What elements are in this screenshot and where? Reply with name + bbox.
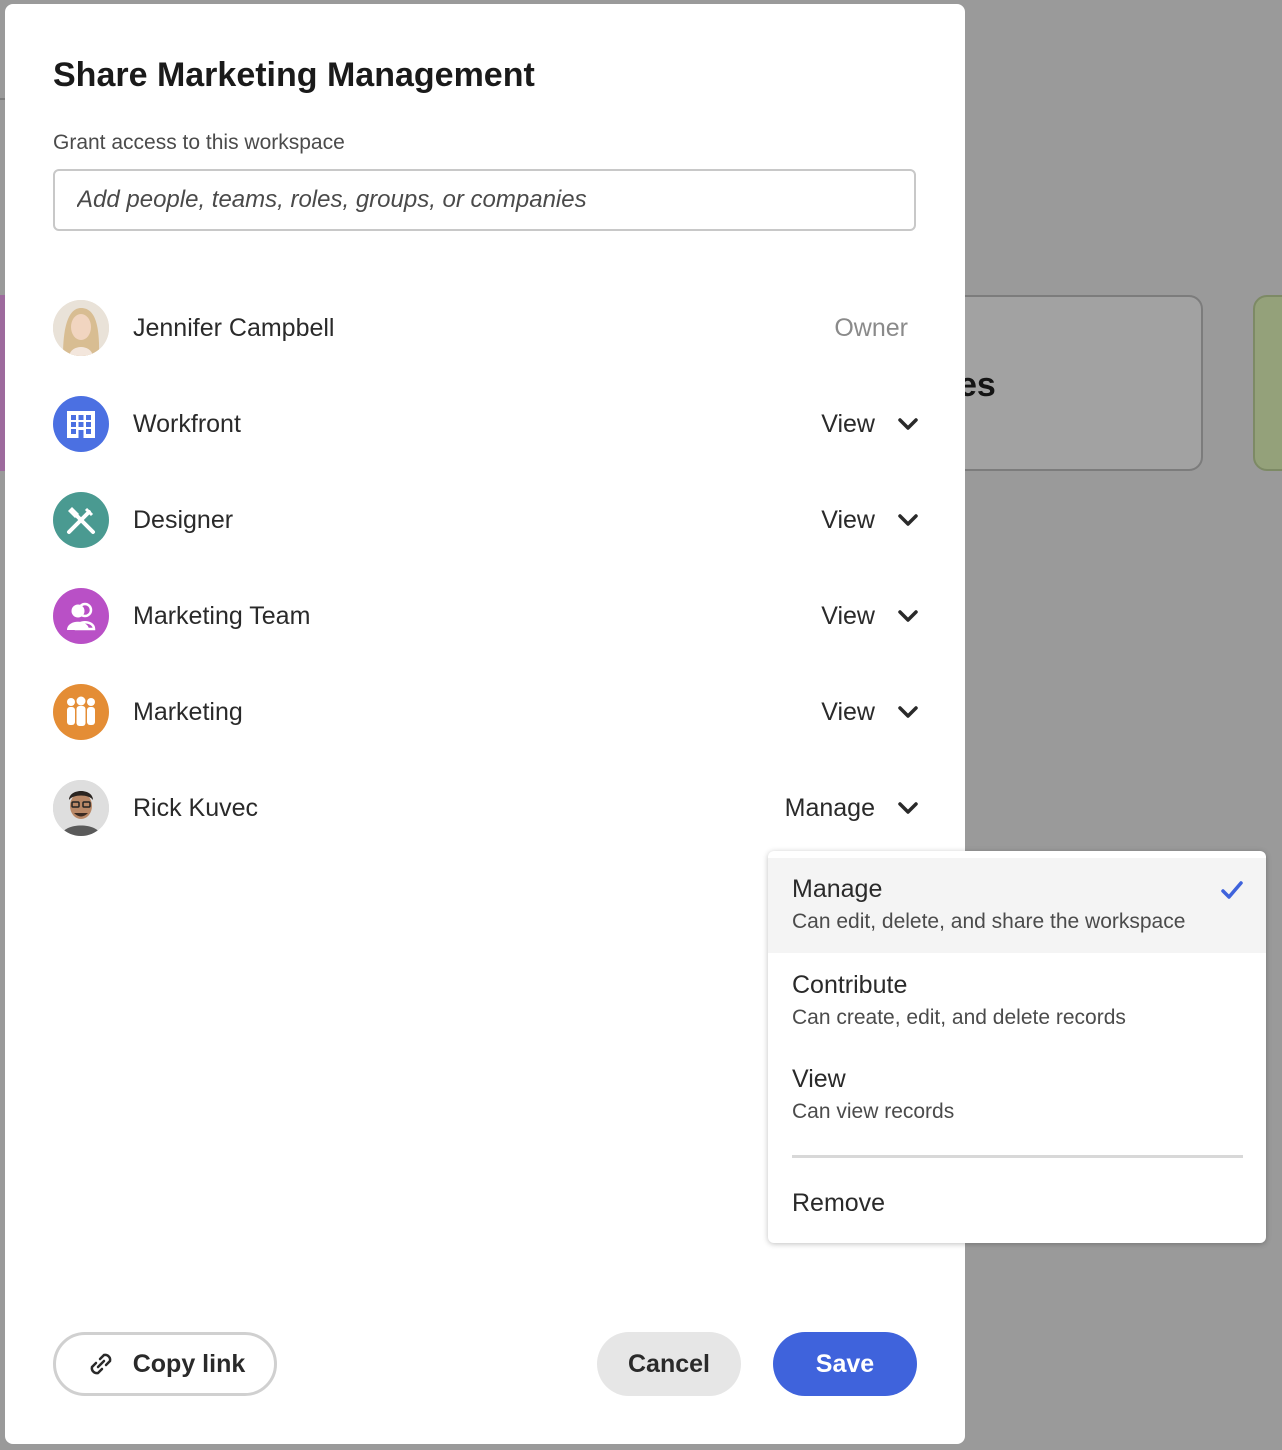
member-name: Marketing Team: [133, 601, 311, 630]
building-icon: [67, 411, 95, 438]
member-name: Workfront: [133, 409, 241, 438]
permission-menu: Manage Can edit, delete, and share the w…: [768, 851, 1266, 1243]
member-row: Designer View: [53, 491, 919, 549]
owner-label: Owner: [834, 313, 908, 342]
company-avatar: [53, 396, 109, 452]
member-name: Marketing: [133, 697, 243, 726]
option-description: Can create, edit, and delete records: [792, 1006, 1126, 1029]
option-description: Can edit, delete, and share the workspac…: [792, 910, 1186, 933]
option-title: Contribute: [792, 971, 908, 999]
link-icon: [85, 1348, 117, 1380]
member-row: Rick Kuvec Manage: [53, 779, 919, 837]
member-name: Rick Kuvec: [133, 793, 259, 822]
member-name: Designer: [133, 505, 234, 534]
checkmark-icon: [1220, 880, 1244, 907]
permission-value: Manage: [784, 793, 875, 822]
team-icon: [67, 602, 96, 631]
menu-option-contribute[interactable]: Contribute Can create, edit, and delete …: [768, 953, 1266, 1048]
member-row: Jennifer Campbell Owner: [53, 299, 919, 357]
chevron-down-icon: [897, 701, 919, 723]
copy-link-button[interactable]: Copy link: [53, 1332, 277, 1396]
dialog-title: Share Marketing Management: [53, 56, 535, 94]
avatar: [53, 300, 109, 356]
permission-dropdown[interactable]: View: [821, 698, 919, 727]
user-photo-icon: [53, 780, 109, 836]
cancel-button[interactable]: Cancel: [597, 1332, 741, 1396]
group-icon: [67, 696, 95, 726]
permission-dropdown[interactable]: Manage: [785, 794, 919, 823]
permission-value: View: [821, 601, 875, 630]
group-avatar: [53, 684, 109, 740]
permission-value: View: [821, 409, 875, 438]
menu-option-manage[interactable]: Manage Can edit, delete, and share the w…: [768, 858, 1266, 953]
member-row: Marketing View: [53, 683, 919, 741]
chevron-down-icon: [897, 605, 919, 627]
copy-link-label: Copy link: [132, 1349, 246, 1378]
option-title: View: [792, 1065, 846, 1093]
background-card-green: [1253, 295, 1282, 471]
user-photo-icon: [53, 300, 109, 356]
grant-access-label: Grant access to this workspace: [53, 131, 345, 154]
menu-option-view[interactable]: View Can view records: [768, 1048, 1266, 1143]
option-description: Can view records: [792, 1100, 955, 1123]
permission-dropdown[interactable]: View: [821, 410, 919, 439]
option-title: Manage: [792, 875, 883, 903]
chevron-down-icon: [897, 509, 919, 531]
chevron-down-icon: [897, 797, 919, 819]
member-name: Jennifer Campbell: [133, 313, 335, 342]
save-button[interactable]: Save: [773, 1332, 917, 1396]
member-row: Marketing Team View: [53, 587, 919, 645]
permission-value: View: [821, 505, 875, 534]
menu-option-remove[interactable]: Remove: [768, 1169, 1266, 1239]
menu-divider: [792, 1155, 1243, 1158]
option-title: Remove: [792, 1189, 886, 1217]
role-avatar: [53, 492, 109, 548]
permission-dropdown[interactable]: View: [821, 602, 919, 631]
avatar: [53, 780, 109, 836]
team-avatar: [53, 588, 109, 644]
permission-value: View: [821, 697, 875, 726]
permission-dropdown[interactable]: View: [821, 506, 919, 535]
chevron-down-icon: [897, 413, 919, 435]
add-people-input[interactable]: [53, 169, 916, 231]
design-tools-icon: [67, 507, 95, 534]
member-row: Workfront View: [53, 395, 919, 453]
